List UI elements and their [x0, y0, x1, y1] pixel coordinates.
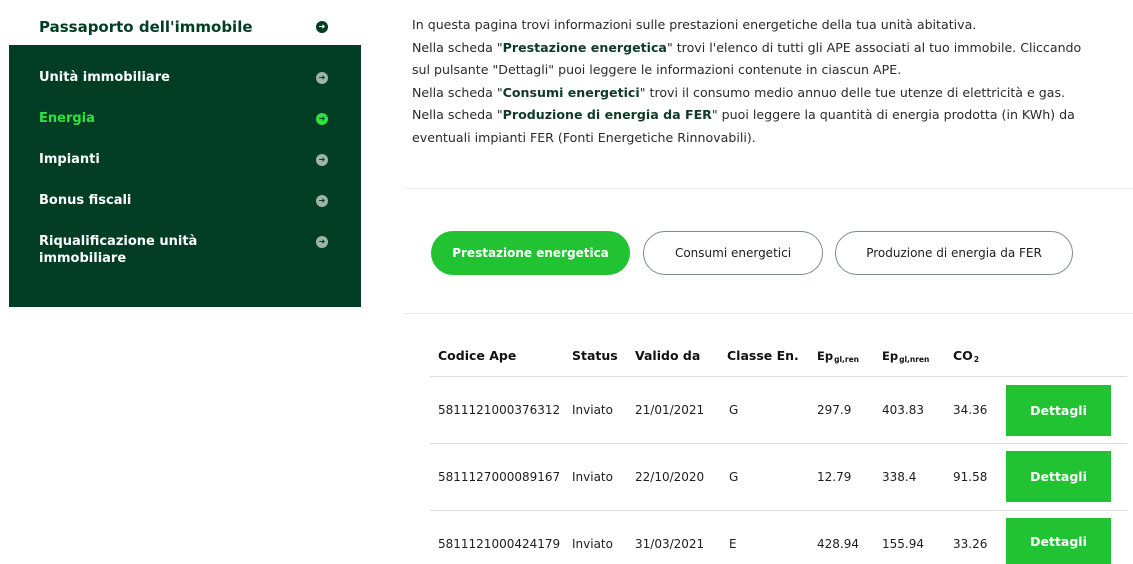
column-header-ep-gl-nren: Epgl,nren: [882, 349, 930, 364]
sidebar-item-impianti[interactable]: Impianti ➜: [9, 151, 361, 175]
cell-ep-gl-nren: 403.83: [882, 403, 924, 417]
dettagli-button[interactable]: Dettagli: [1006, 385, 1111, 436]
cell-ep-gl-ren: 428.94: [817, 537, 859, 551]
cell-valido-da: 31/03/2021: [635, 537, 705, 551]
divider: [404, 188, 1133, 189]
sidebar-header[interactable]: Passaporto dell'immobile ➜: [9, 9, 361, 45]
sidebar-item-label: Riqualificazione unità immobiliare: [39, 234, 198, 266]
intro-line: In questa pagina trovi informazioni sull…: [412, 17, 977, 32]
arrow-right-icon: ➜: [316, 72, 328, 84]
intro-line: Nella scheda "Prestazione energetica" tr…: [412, 39, 1082, 55]
arrow-right-icon: ➜: [316, 154, 328, 166]
column-header-status: Status: [572, 348, 618, 363]
intro-line: Nella scheda "Produzione di energia da F…: [412, 107, 1075, 123]
column-header-ep-gl-ren: Epgl,ren: [817, 349, 860, 364]
dettagli-button[interactable]: Dettagli: [1006, 518, 1111, 564]
tab-prestazione-energetica[interactable]: Prestazione energetica: [431, 231, 630, 275]
cell-codice-ape: 5811127000089167: [438, 470, 561, 484]
cell-ep-gl-nren: 338.4: [882, 470, 917, 484]
sidebar-header-title: Passaporto dell'immobile: [39, 18, 253, 36]
cell-co2: 33.26: [953, 537, 988, 551]
sidebar-item-label: Bonus fiscali: [39, 193, 132, 208]
column-header-valido-da: Valido da: [635, 348, 701, 363]
arrow-right-icon: ➜: [316, 113, 328, 125]
cell-co2: 91.58: [953, 470, 988, 484]
cell-ep-gl-ren: 12.79: [817, 470, 852, 484]
sidebar-item-label: Impianti: [39, 152, 100, 167]
tab-produzione-energia-fer[interactable]: Produzione di energia da FER: [835, 231, 1073, 275]
sidebar-item-riqualificazione[interactable]: Riqualificazione unità immobiliare ➜: [9, 233, 361, 273]
sidebar-item-label: Energia: [39, 111, 95, 126]
arrow-right-icon: ➜: [316, 21, 328, 33]
intro-text: In questa pagina trovi informazioni sull…: [412, 14, 1124, 150]
cell-status: Inviato: [572, 470, 613, 484]
sidebar: Passaporto dell'immobile ➜ Unità immobil…: [9, 9, 361, 307]
sidebar-item-label: Unità immobiliare: [39, 70, 170, 85]
row-separator: [430, 376, 1127, 377]
arrow-right-icon: ➜: [316, 195, 328, 207]
cell-codice-ape: 5811121000376312: [438, 403, 561, 417]
sidebar-item-bonus-fiscali[interactable]: Bonus fiscali ➜: [9, 192, 361, 216]
cell-status: Inviato: [572, 403, 613, 417]
column-header-classe-en: Classe En.: [727, 348, 799, 363]
intro-line: eventuali impianti FER (Fonti Energetich…: [412, 129, 756, 145]
cell-codice-ape: 5811121000424179: [438, 537, 561, 551]
cell-classe-en: E: [729, 537, 737, 551]
sidebar-item-energia[interactable]: Energia ➜: [9, 110, 361, 134]
tab-consumi-energetici[interactable]: Consumi energetici: [643, 231, 823, 275]
cell-co2: 34.36: [953, 403, 988, 417]
column-header-co2: CO2: [953, 348, 980, 364]
cell-ep-gl-nren: 155.94: [882, 537, 924, 551]
cell-classe-en: G: [729, 403, 739, 417]
sidebar-item-unita-immobiliare[interactable]: Unità immobiliare ➜: [9, 69, 361, 93]
dettagli-button[interactable]: Dettagli: [1006, 451, 1111, 502]
cell-valido-da: 22/10/2020: [635, 470, 705, 484]
row-separator: [430, 510, 1127, 511]
cell-classe-en: G: [729, 470, 739, 484]
cell-ep-gl-ren: 297.9: [817, 403, 852, 417]
arrow-right-icon: ➜: [316, 236, 328, 248]
cell-status: Inviato: [572, 537, 613, 551]
column-header-codice-ape: Codice Ape: [438, 348, 517, 363]
cell-valido-da: 21/01/2021: [635, 403, 705, 417]
row-separator: [430, 443, 1127, 444]
intro-line: Nella scheda "Consumi energetici" trovi …: [412, 84, 1066, 100]
divider: [404, 313, 1133, 314]
intro-line: sul pulsante "Dettagli" puoi leggere le …: [412, 62, 902, 78]
